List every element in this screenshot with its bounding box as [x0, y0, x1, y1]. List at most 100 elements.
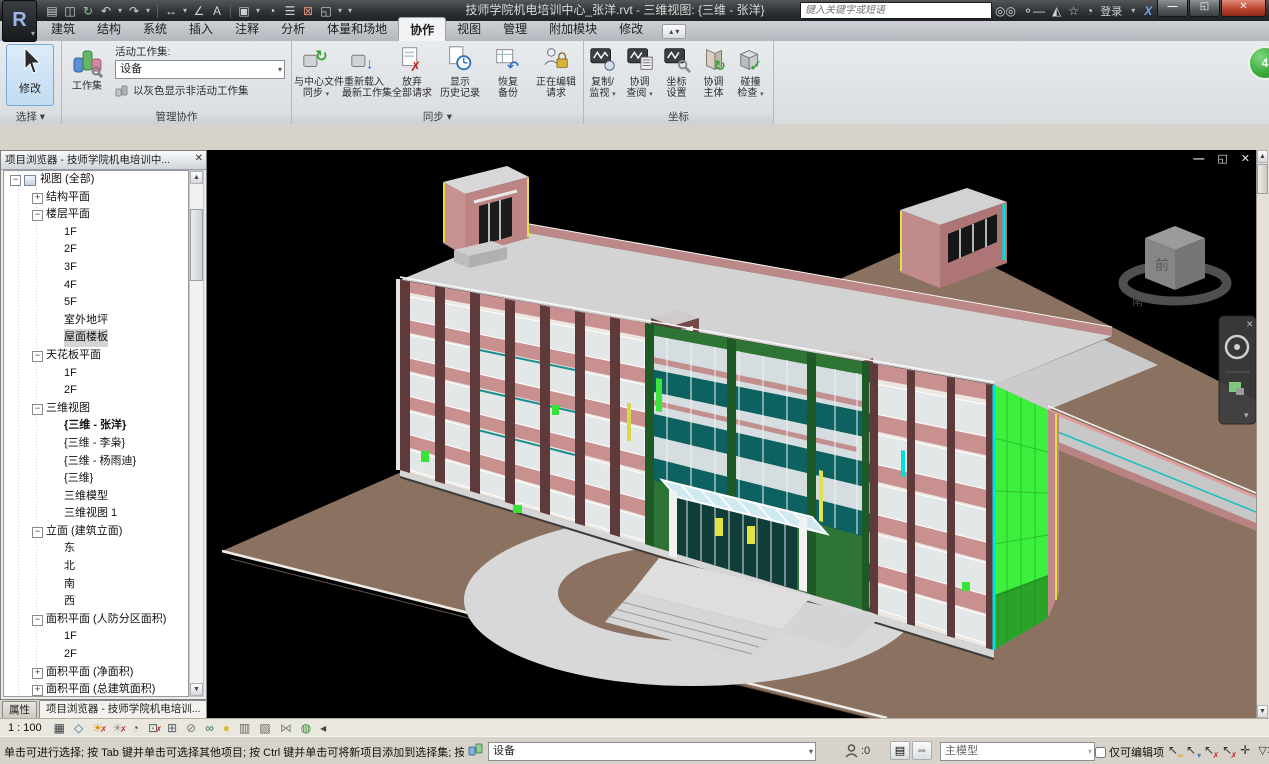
- crop-view-icon[interactable]: ⊡✗: [148, 721, 158, 735]
- tree-item-label[interactable]: {三维 - 李枭}: [64, 435, 125, 453]
- select-underlay-icon[interactable]: ↖▾: [1186, 743, 1196, 757]
- shadows-icon[interactable]: ☀✗: [112, 721, 123, 735]
- tree-item[interactable]: {三维 - 张洋}: [4, 417, 188, 435]
- expand-icon[interactable]: +: [32, 668, 43, 679]
- editing-requests-dialog-button[interactable]: ▤: [890, 741, 910, 760]
- view-minimize-icon[interactable]: —: [1193, 153, 1206, 165]
- tree-item[interactable]: −立面 (建筑立面): [4, 523, 188, 541]
- tree-item[interactable]: −天花板平面: [4, 347, 188, 365]
- tree-item[interactable]: −视图 (全部): [4, 171, 188, 189]
- detail-level-icon[interactable]: ▦: [54, 721, 65, 735]
- search-icon[interactable]: ◎◎: [995, 4, 1016, 18]
- tree-item-label[interactable]: 南: [64, 576, 75, 594]
- collapse-icon[interactable]: −: [10, 175, 21, 186]
- show-crop-region-icon[interactable]: ⊞: [167, 721, 177, 735]
- tree-item[interactable]: 西: [4, 593, 188, 611]
- view-restore-icon[interactable]: ◱: [1217, 153, 1229, 165]
- collapse-icon[interactable]: −: [32, 351, 43, 362]
- analytical-model-icon[interactable]: ⋈: [280, 721, 292, 735]
- tree-item-label[interactable]: {三维 - 张洋}: [64, 417, 126, 435]
- help-search-input[interactable]: [800, 2, 992, 19]
- 3d-view[interactable]: 前 南 东 ✕ ▾: [207, 150, 1256, 718]
- synchronize-panel-label[interactable]: 同步 ▾: [292, 111, 583, 124]
- tab-体量和场地[interactable]: 体量和场地: [316, 17, 398, 41]
- tree-item[interactable]: 南: [4, 576, 188, 594]
- expand-icon[interactable]: +: [32, 193, 43, 204]
- tree-item-label[interactable]: 4F: [64, 277, 77, 295]
- interference-check-button[interactable]: ✓碰撞检查 ▾: [733, 43, 768, 101]
- communication-center-icon[interactable]: ◭: [1052, 4, 1061, 18]
- temporary-hide-isolate-icon[interactable]: ∞: [205, 721, 214, 735]
- signin-user-icon[interactable]: ◔: [1086, 4, 1093, 18]
- tree-item[interactable]: +面积平面 (总建筑面积): [4, 681, 188, 697]
- panel-tab-properties[interactable]: 属性: [2, 701, 37, 718]
- tree-item-label[interactable]: 北: [64, 558, 75, 576]
- subscription-key-icon[interactable]: ⚬—: [1023, 4, 1045, 18]
- tree-item-label[interactable]: 天花板平面: [46, 347, 101, 365]
- tree-item[interactable]: {三维}: [4, 470, 188, 488]
- show-history-button[interactable]: 显示历史记录: [437, 43, 483, 100]
- view-scale-button[interactable]: 1 : 100: [8, 722, 42, 734]
- worksets-button[interactable]: 工作集: [63, 43, 111, 93]
- tab-附加模块[interactable]: 附加模块: [538, 17, 608, 41]
- drawing-area[interactable]: 前 南 东 ✕ ▾ — ◱ ✕: [207, 150, 1256, 718]
- modify-button[interactable]: 修改: [6, 44, 54, 106]
- tree-item[interactable]: −面积平面 (人防分区面积): [4, 611, 188, 629]
- ribbon-minimize-button[interactable]: ▴ ▾: [662, 24, 686, 39]
- tree-item[interactable]: 4F: [4, 277, 188, 295]
- tree-item[interactable]: 1F: [4, 365, 188, 383]
- navbar-expand-arrow[interactable]: ▾: [1244, 410, 1249, 420]
- collapse-icon[interactable]: −: [32, 615, 43, 626]
- tree-item-label[interactable]: 1F: [64, 365, 77, 383]
- active-workset-combo[interactable]: 设备▾: [115, 60, 285, 79]
- coordination-review-button[interactable]: 协调查阅 ▾: [622, 43, 657, 101]
- tab-结构[interactable]: 结构: [86, 17, 132, 41]
- tree-item-label[interactable]: 三维模型: [64, 488, 108, 506]
- canvas-scroll-up[interactable]: ▲: [1257, 150, 1268, 163]
- exchange-apps-icon[interactable]: X: [1144, 4, 1152, 18]
- viewcube[interactable]: 前 南 东: [1123, 226, 1230, 308]
- coordinate-settings-button[interactable]: 坐标设置: [659, 43, 694, 100]
- tree-item[interactable]: +结构平面: [4, 189, 188, 207]
- sun-path-icon[interactable]: ☀✗: [92, 721, 103, 735]
- tree-item-label[interactable]: 三维视图 1: [64, 505, 117, 523]
- tree-item-label[interactable]: 面积平面 (人防分区面积): [46, 611, 166, 629]
- tree-item-label[interactable]: {三维}: [64, 470, 93, 488]
- tree-item-label[interactable]: 1F: [64, 628, 77, 646]
- relinquish-all-button[interactable]: ✗放弃全部请求: [389, 43, 435, 100]
- tree-item[interactable]: 东: [4, 540, 188, 558]
- navbar-close-icon[interactable]: ✕: [1246, 319, 1254, 329]
- canvas-scroll-down[interactable]: ▼: [1257, 705, 1268, 718]
- tree-item-label[interactable]: 楼层平面: [46, 206, 90, 224]
- tree-item-label[interactable]: 3F: [64, 259, 77, 277]
- editing-requests-button[interactable]: 正在编辑请求: [533, 43, 579, 100]
- locked-3d-view-icon[interactable]: ⊘: [186, 721, 196, 735]
- tree-item[interactable]: 屋面楼板: [4, 329, 188, 347]
- select-panel-label[interactable]: 选择 ▾: [0, 111, 61, 124]
- expand-icon[interactable]: +: [32, 685, 43, 696]
- copy-monitor-button[interactable]: 复制/监视 ▾: [585, 43, 620, 101]
- collapse-icon[interactable]: −: [32, 404, 43, 415]
- tree-item[interactable]: 北: [4, 558, 188, 576]
- tree-item-label[interactable]: 东: [64, 540, 75, 558]
- selection-filter[interactable]: ▽:0: [1258, 744, 1269, 757]
- tab-系统[interactable]: 系统: [132, 17, 178, 41]
- tab-建筑[interactable]: 建筑: [40, 17, 86, 41]
- tree-item-label[interactable]: 面积平面 (净面积): [46, 664, 133, 682]
- scroll-up-arrow[interactable]: ▲: [190, 171, 203, 184]
- project-browser-scrollbar[interactable]: ▲ ▼: [189, 170, 204, 697]
- tree-item-label[interactable]: 1F: [64, 224, 77, 242]
- visual-style-icon[interactable]: ◇: [74, 721, 83, 735]
- tree-item[interactable]: 2F: [4, 382, 188, 400]
- tab-管理[interactable]: 管理: [492, 17, 538, 41]
- tab-协作[interactable]: 协作: [398, 17, 446, 41]
- restore-button[interactable]: ◱: [1189, 0, 1220, 17]
- reveal-hidden-elements-icon[interactable]: ●: [223, 721, 230, 735]
- tree-item-label[interactable]: {三维 - 杨雨迪}: [64, 453, 136, 471]
- select-links-icon[interactable]: ↖∞: [1168, 743, 1178, 757]
- tree-item[interactable]: 5F: [4, 294, 188, 312]
- signin-label[interactable]: 登录: [1100, 3, 1122, 19]
- tab-修改[interactable]: 修改: [608, 17, 654, 41]
- panel-tab-project-browser[interactable]: 项目浏览器 - 技师学院机电培训...: [39, 700, 207, 718]
- reconcile-hosting-button[interactable]: ↻协调主体: [696, 43, 731, 100]
